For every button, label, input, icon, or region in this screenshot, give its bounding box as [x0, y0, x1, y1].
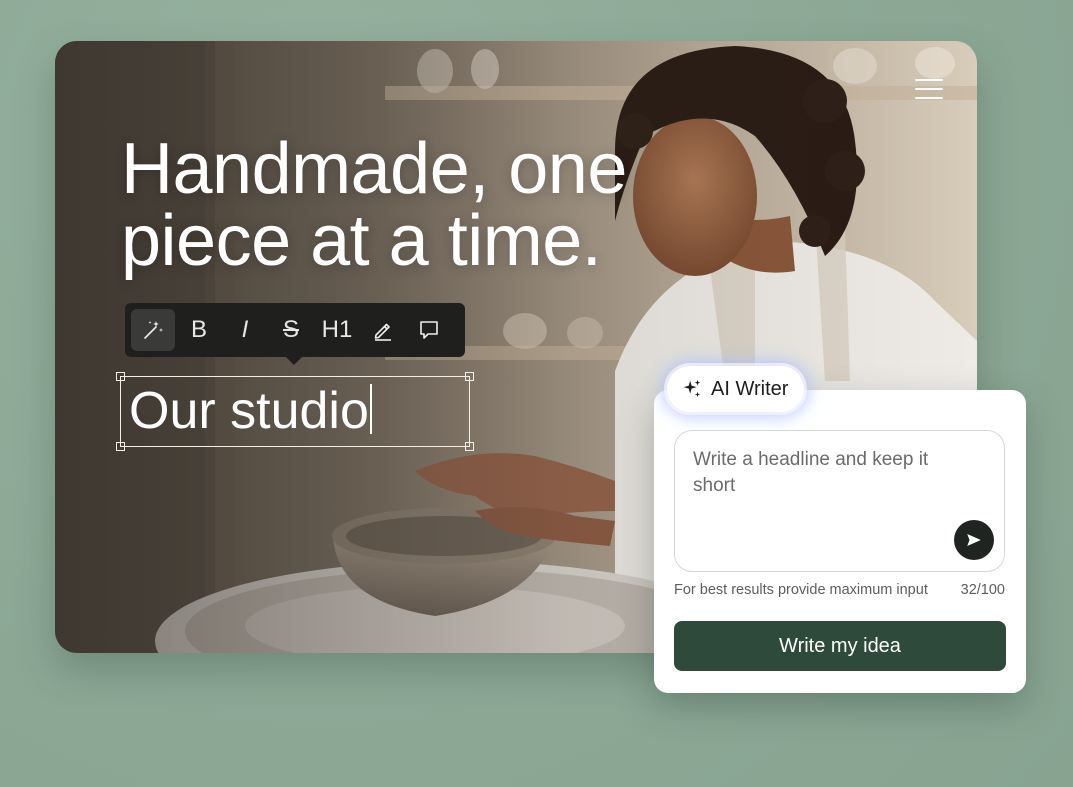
ai-prompt-placeholder: Write a headline and keep it short [693, 449, 929, 496]
send-button[interactable] [954, 520, 994, 560]
strikethrough-button[interactable]: S [269, 309, 313, 351]
hero-headline: Handmade, one piece at a time. [121, 133, 681, 277]
editable-text[interactable]: Our studio [129, 381, 372, 441]
italic-label: I [241, 316, 249, 343]
bold-button[interactable]: B [177, 309, 221, 351]
pencil-icon[interactable] [361, 309, 405, 351]
resize-handle-bottom-right[interactable] [465, 442, 474, 451]
strikethrough-label: S [282, 316, 299, 343]
resize-handle-top-left[interactable] [116, 372, 125, 381]
write-my-idea-button[interactable]: Write my idea [674, 621, 1006, 671]
input-hint: For best results provide maximum input [674, 582, 928, 598]
ai-prompt-input[interactable]: Write a headline and keep it short [674, 430, 1005, 572]
speech-bubble-icon[interactable] [407, 309, 451, 351]
editable-text-value: Our studio [129, 382, 369, 440]
character-counter: 32/100 [960, 582, 1005, 598]
magic-wand-icon[interactable] [131, 309, 175, 351]
ai-writer-pill[interactable]: AI Writer [667, 366, 804, 412]
send-arrow-icon [967, 534, 981, 546]
hamburger-menu-icon[interactable] [912, 76, 946, 102]
heading-label: H1 [321, 316, 353, 343]
ai-writer-label: AI Writer [711, 377, 789, 400]
headline-line-1: Handmade, one [121, 129, 627, 209]
sparkles-icon [683, 379, 701, 398]
text-caret [369, 384, 372, 434]
text-selection-box[interactable]: Our studio [116, 372, 474, 451]
heading-button[interactable]: H1 [315, 309, 359, 351]
text-format-toolbar: B I S H1 [125, 303, 465, 365]
italic-button[interactable]: I [223, 309, 267, 351]
bold-label: B [190, 316, 207, 343]
headline-line-2: piece at a time. [121, 201, 602, 281]
resize-handle-top-right[interactable] [465, 372, 474, 381]
resize-handle-bottom-left[interactable] [116, 442, 125, 451]
